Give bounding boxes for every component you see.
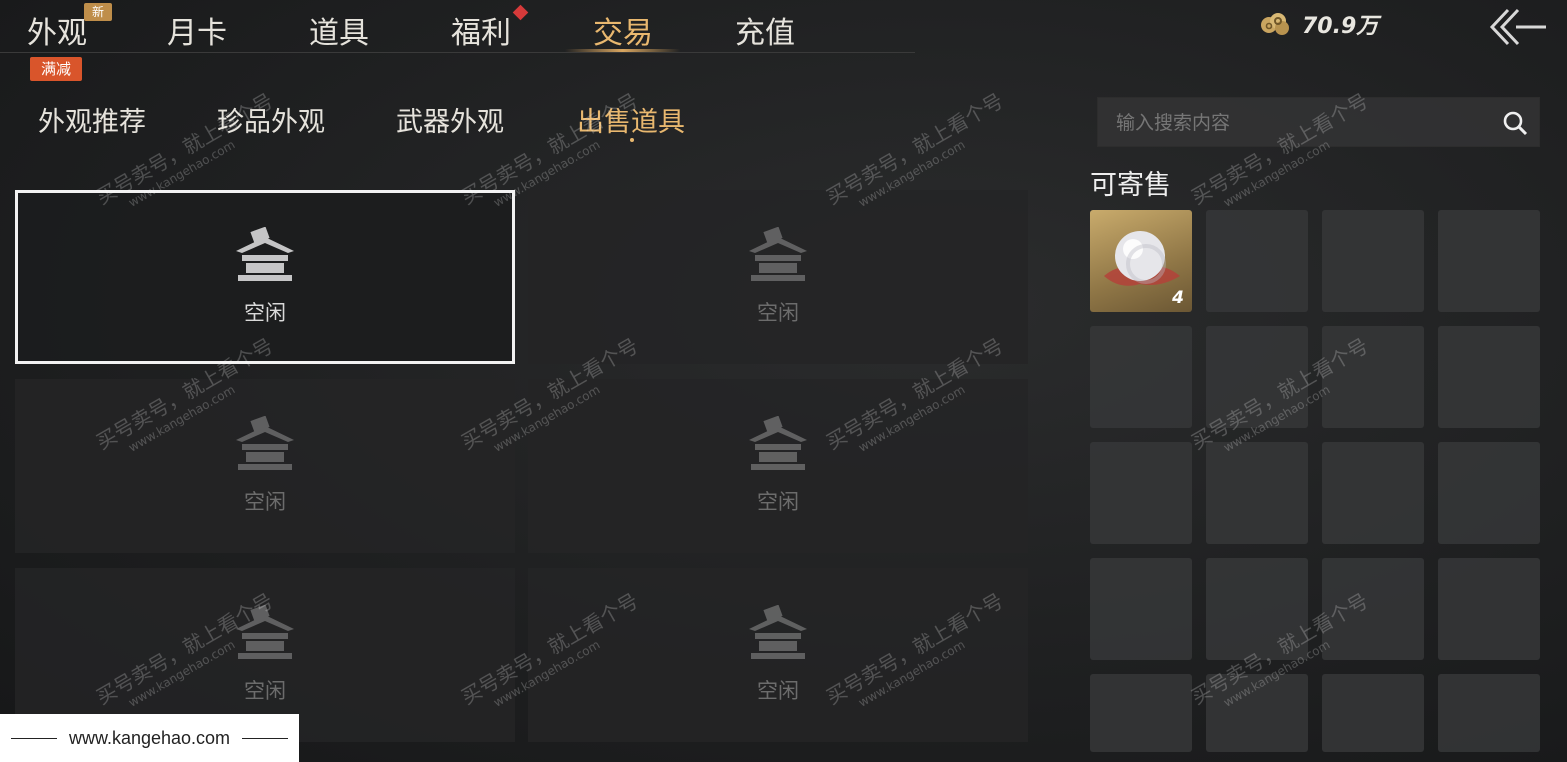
trade-slot[interactable]: 空闲 (528, 190, 1028, 364)
sellable-title: 可寄售 (1090, 170, 1171, 201)
subtab-sell-items[interactable]: 出售道具 (577, 100, 685, 139)
slot-status: 空闲 (244, 679, 286, 703)
trade-slot[interactable]: 空闲 (528, 568, 1028, 742)
top-nav: 外观 月卡 道具 福利 交易 充值 新 (0, 0, 915, 53)
tab-recharge[interactable]: 充值 (735, 8, 795, 52)
inventory-slot[interactable] (1206, 442, 1308, 544)
new-badge: 新 (84, 3, 112, 21)
back-arrow-icon (1489, 8, 1546, 46)
notification-dot (512, 4, 529, 21)
slot-status: 空闲 (757, 301, 799, 325)
pavilion-icon (236, 605, 294, 659)
footer-url: www.kangehao.com (68, 727, 231, 748)
currency-display: 70.9万 (1258, 8, 1378, 40)
divider (242, 737, 289, 739)
subtab-appearance-recommend[interactable]: 外观推荐 (38, 100, 146, 139)
slot-status: 空闲 (244, 301, 286, 325)
inventory-slot[interactable] (1206, 210, 1308, 312)
inventory-slot[interactable] (1322, 210, 1424, 312)
slot-status: 空闲 (757, 679, 799, 703)
tab-items[interactable]: 道具 (309, 8, 369, 52)
inventory-slot[interactable] (1438, 442, 1540, 544)
inventory-slot[interactable] (1322, 674, 1424, 752)
pavilion-icon (236, 416, 294, 470)
inventory-slot[interactable] (1438, 558, 1540, 660)
item-count: 4 (1172, 288, 1184, 308)
inventory-slot[interactable] (1438, 674, 1540, 752)
inventory-slot[interactable] (1206, 558, 1308, 660)
tab-monthly-card[interactable]: 月卡 (167, 8, 227, 52)
inventory-slot[interactable] (1322, 442, 1424, 544)
trade-slot[interactable]: 空闲 (15, 379, 515, 553)
pavilion-icon (749, 227, 807, 281)
pavilion-icon (749, 605, 807, 659)
inventory-slot[interactable] (1206, 326, 1308, 428)
subtab-weapon-appearance[interactable]: 武器外观 (396, 100, 504, 139)
search-box (1097, 97, 1540, 147)
slot-status: 空闲 (757, 490, 799, 514)
inventory-slot-pearl[interactable]: 4 (1090, 210, 1192, 312)
divider (10, 737, 57, 739)
pavilion-icon (236, 227, 294, 281)
search-icon[interactable] (1501, 109, 1529, 137)
trade-slot[interactable]: 空闲 (528, 379, 1028, 553)
promo-badge: 满减 (30, 57, 82, 81)
slot-status: 空闲 (244, 490, 286, 514)
inventory-slot[interactable] (1322, 326, 1424, 428)
back-button[interactable] (1486, 6, 1548, 48)
tab-trade[interactable]: 交易 (593, 8, 653, 52)
coin-cloud-icon (1261, 13, 1289, 35)
active-subtab-dot (630, 138, 634, 142)
subtab-rare-appearance[interactable]: 珍品外观 (217, 100, 325, 139)
tab-appearance[interactable]: 外观 (27, 8, 87, 52)
inventory-slot[interactable] (1438, 210, 1540, 312)
inventory-slot[interactable] (1438, 326, 1540, 428)
inventory-slot[interactable] (1090, 674, 1192, 752)
active-tab-underline (565, 49, 680, 52)
footer-watermark: www.kangehao.com (0, 714, 299, 762)
trade-slot[interactable]: 空闲 (15, 190, 515, 364)
currency-value: 70.9万 (1302, 14, 1379, 39)
inventory-slot[interactable] (1090, 326, 1192, 428)
search-input[interactable] (1116, 108, 1476, 138)
inventory-slot[interactable] (1090, 558, 1192, 660)
tab-welfare[interactable]: 福利 (451, 8, 511, 52)
pavilion-icon (749, 416, 807, 470)
inventory-slot[interactable] (1322, 558, 1424, 660)
inventory-slot[interactable] (1206, 674, 1308, 752)
inventory-slot[interactable] (1090, 442, 1192, 544)
